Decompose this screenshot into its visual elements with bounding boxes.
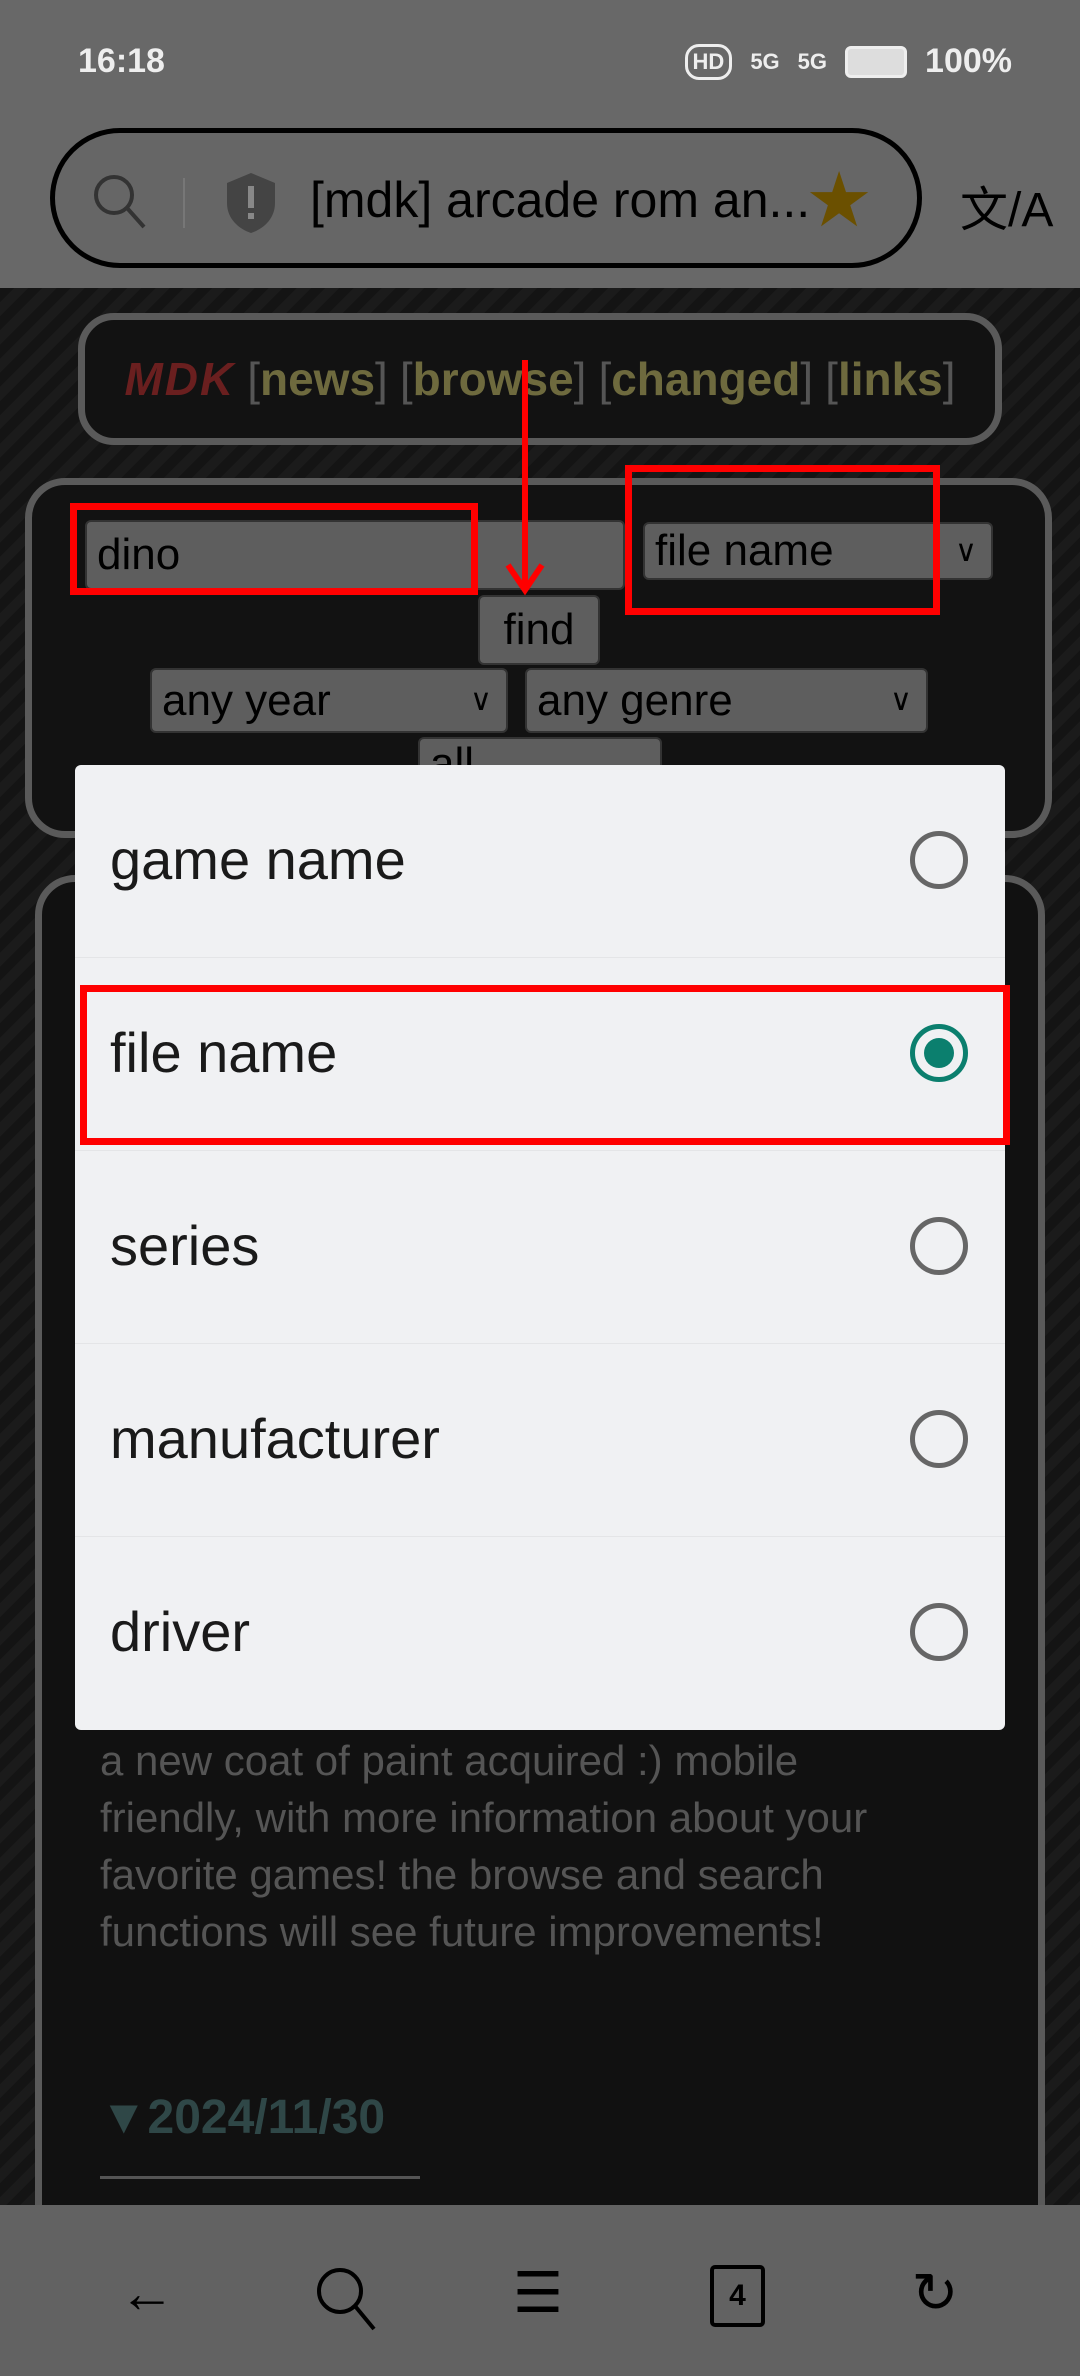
status-icons: HD 5G 5G 100% (684, 42, 1012, 81)
back-icon[interactable]: ← (107, 2260, 187, 2325)
option-manufacturer[interactable]: manufacturer (75, 1344, 1005, 1537)
bottom-toolbar: ← ☰ 4 ↻ (0, 2205, 1080, 2376)
menu-icon[interactable]: ☰ (498, 2260, 578, 2326)
clock: 16:18 (78, 42, 165, 80)
radio-icon[interactable] (910, 1217, 968, 1275)
year-select[interactable]: any year ∨ (150, 668, 508, 733)
tabs-icon[interactable]: 4 (710, 2265, 765, 2327)
option-label: game name (110, 828, 406, 891)
annotation-box-option (80, 985, 1010, 1145)
news-date-toggle[interactable]: ▼2024/11/30 (100, 2090, 385, 2145)
option-label: series (110, 1214, 260, 1277)
find-button[interactable]: find (478, 595, 600, 665)
search-by-dialog: game name file name series manufacturer … (75, 765, 1005, 1730)
chevron-down-icon: ∨ (890, 684, 912, 717)
divider (183, 178, 185, 228)
page-title[interactable]: [mdk] arcade rom an... (310, 171, 810, 229)
option-label: manufacturer (110, 1407, 440, 1470)
search-icon[interactable] (312, 2263, 382, 2333)
year-value: any year (162, 675, 331, 725)
collapse-triangle-icon: ▼ (100, 2091, 148, 2144)
nav-changed[interactable]: [changed] (598, 352, 813, 406)
genre-value: any genre (537, 675, 733, 725)
nav-news[interactable]: [news] (247, 352, 388, 406)
annotation-box-query (70, 503, 478, 595)
radio-icon[interactable] (910, 831, 968, 889)
star-icon[interactable]: ★ (805, 155, 873, 244)
option-game-name[interactable]: game name (75, 765, 1005, 958)
hd-icon: HD (684, 43, 733, 80)
radio-icon[interactable] (910, 1410, 968, 1468)
status-bar: 16:18 HD 5G 5G 100% [mdk] arcade rom an.… (0, 0, 1080, 288)
annotation-box-select (625, 465, 940, 615)
signal-5g-icon: 5G (750, 48, 780, 74)
chevron-down-icon: ∨ (470, 684, 492, 717)
translate-icon[interactable]: 文/A (960, 170, 1053, 240)
battery-icon (845, 45, 908, 78)
chevron-down-icon: ∨ (955, 534, 977, 568)
site-logo[interactable]: MDK (124, 352, 235, 406)
shield-icon[interactable] (223, 171, 279, 233)
search-icon[interactable] (90, 171, 150, 231)
address-bar[interactable]: [mdk] arcade rom an... ★ (50, 128, 922, 268)
reload-icon[interactable]: ↻ (895, 2260, 975, 2326)
option-series[interactable]: series (75, 1151, 1005, 1344)
radio-icon[interactable] (910, 1603, 968, 1661)
annotation-arrow (505, 360, 545, 596)
option-driver[interactable]: driver (75, 1537, 1005, 1730)
battery-level: 100% (925, 42, 1012, 80)
news-text: a new coat of paint acquired :) mobile f… (100, 1737, 868, 1955)
nav-links[interactable]: [links] (825, 352, 955, 406)
divider (100, 2176, 420, 2179)
news-date: 2024/11/30 (147, 2091, 386, 2144)
signal-5g-icon: 5G (797, 48, 828, 74)
nav-browse[interactable]: [browse] (400, 352, 587, 406)
genre-select[interactable]: any genre ∨ (525, 668, 928, 733)
option-label: driver (110, 1600, 251, 1663)
